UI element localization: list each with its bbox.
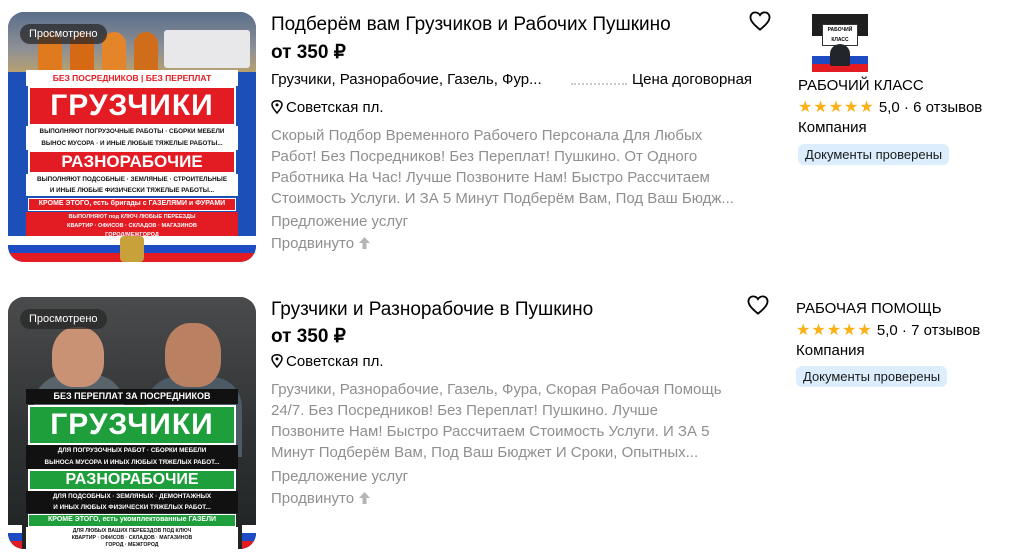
address-text: Советская пл. bbox=[286, 99, 384, 116]
poster-sub: И ИНЫХ ЛЮБЫХ ФИЗИЧЕСКИ ТЯЖЕЛЫХ РАБОТ... bbox=[26, 502, 238, 513]
poster-heading: РАЗНОРАБОЧИЕ bbox=[28, 150, 236, 174]
truck-image bbox=[164, 30, 250, 68]
star-icon: ★★★★★ bbox=[798, 99, 875, 116]
poster-foot: КВАРТИР · ОФИСОВ · СКЛАДОВ · МАГАЗИНОВ bbox=[26, 535, 238, 542]
listing-card[interactable]: Просмотрено БЕЗ ПОСРЕДНИКОВ | БЕЗ ПЕРЕПЛ… bbox=[0, 0, 1009, 275]
description-line: Скорый Подбор Временного Рабочего Персон… bbox=[271, 127, 703, 144]
description-line: Стоимость Услуги. И ЗА 5 Минут Подберём … bbox=[271, 190, 734, 207]
promoted-text: Продвинуто bbox=[271, 235, 355, 252]
poster-sub: ДЛЯ ПОГРУЗОЧНЫХ РАБОТ · СБОРКИ МЕБЕЛИ bbox=[26, 445, 238, 457]
listing-price: от 350 ₽ bbox=[271, 42, 346, 63]
verified-badge: Документы проверены bbox=[798, 144, 950, 165]
listing-image[interactable]: Просмотрено БЕЗ ПОСРЕДНИКОВ | БЕЗ ПЕРЕПЛ… bbox=[8, 12, 256, 262]
description-line: Грузчики, Разнорабочие, Газель, Фура, Ск… bbox=[271, 381, 722, 398]
location-pin-icon bbox=[271, 354, 283, 368]
heart-icon[interactable] bbox=[747, 295, 769, 315]
description-line: Работника На Час! Лучше Позвоните Нам! Б… bbox=[271, 169, 710, 186]
dotted-leader bbox=[571, 83, 627, 85]
description-line: Позвоните Нам! Быстро Рассчитаем Стоимос… bbox=[271, 423, 710, 440]
poster-foot: КВАРТИР · ОФИСОВ · СКЛАДОВ · МАГАЗИНОВ bbox=[26, 222, 238, 231]
poster-heading: ГРУЗЧИКИ bbox=[28, 86, 236, 126]
promoted-label: Продвинуто bbox=[271, 235, 371, 252]
poster-sub: И ИНЫЕ ЛЮБЫЕ ФИЗИЧЕСКИ ТЯЖЕЛЫЕ РАБОТЫ... bbox=[26, 185, 238, 196]
russian-flag-stripe bbox=[8, 525, 22, 549]
listing-address: Советская пл. bbox=[271, 99, 384, 116]
poster-sub: ВЫНОСА МУСОРА И ИНЫХ ЛЮБЫХ ТЯЖЕЛЫХ РАБОТ… bbox=[26, 457, 238, 469]
seller-type: Компания bbox=[796, 342, 865, 359]
seller-type: Компания bbox=[798, 119, 867, 136]
promoted-text: Продвинуто bbox=[271, 490, 355, 507]
poster-line: БЕЗ ПЕРЕПЛАТ ЗА ПОСРЕДНИКОВ bbox=[26, 389, 238, 404]
coat-of-arms-icon bbox=[120, 236, 144, 262]
poster-foot: ДЛЯ ЛЮБЫХ ВАШИХ ПЕРЕЕЗДОВ ПОД КЛЮЧ bbox=[26, 527, 238, 535]
listing-description: Грузчики, Разнорабочие, Газель, Фура, Ск… bbox=[271, 379, 759, 463]
price-terms: Цена договорная bbox=[632, 71, 753, 88]
viewed-badge: Просмотрено bbox=[20, 24, 107, 44]
listing-description: Скорый Подбор Временного Рабочего Персон… bbox=[271, 125, 759, 209]
listing-image[interactable]: Просмотрено БЕЗ ПЕРЕПЛАТ ЗА ПОСРЕДНИКОВ … bbox=[8, 297, 256, 549]
reviews-link[interactable]: 6 отзывов bbox=[913, 99, 982, 116]
seller-logo[interactable]: РАБОЧИЙ КЛАСС bbox=[812, 14, 868, 72]
worker-face bbox=[165, 323, 221, 387]
poster-heading: РАЗНОРАБОЧИЕ bbox=[28, 469, 236, 491]
address-text: Советская пл. bbox=[286, 353, 384, 370]
poster-sub: ДЛЯ ПОДСОБНЫХ · ЗЕМЛЯНЫХ · ДЕМОНТАЖНЫХ bbox=[26, 491, 238, 502]
location-pin-icon bbox=[271, 100, 283, 114]
russian-flag-stripe bbox=[242, 525, 256, 549]
viewed-badge: Просмотрено bbox=[20, 309, 107, 329]
listing-tags: Грузчики, Разнорабочие, Газель, Фур... bbox=[271, 71, 542, 88]
seller-rating: ★★★★★ 5,0 · 6 отзывов bbox=[798, 99, 983, 116]
poster-line: БЕЗ ПОСРЕДНИКОВ | БЕЗ ПЕРЕПЛАТ bbox=[26, 70, 238, 86]
heart-icon[interactable] bbox=[749, 11, 771, 31]
poster-sub: ВЫПОЛНЯЮТ ПОДСОБНЫЕ · ЗЕМЛЯНЫЕ · СТРОИТЕ… bbox=[26, 174, 238, 185]
poster-sub: ВЫНОС МУСОРА · И ИНЫЕ ЛЮБЫЕ ТЯЖЕЛЫЕ РАБО… bbox=[26, 138, 238, 150]
description-line: 24/7. Без Посредников! Без Переплат! Пуш… bbox=[271, 402, 658, 419]
poster-heading: ГРУЗЧИКИ bbox=[28, 405, 236, 445]
listing-category: Предложение услуг bbox=[271, 213, 409, 230]
poster-foot: ВЫПОЛНЯЮТ под КЛЮЧ ЛЮБЫЕ ПЕРЕЕЗДЫ bbox=[26, 212, 238, 222]
listing-card[interactable]: Просмотрено БЕЗ ПЕРЕПЛАТ ЗА ПОСРЕДНИКОВ … bbox=[0, 283, 1009, 555]
seller-rating: ★★★★★ 5,0 · 7 отзывов bbox=[796, 322, 981, 339]
worker-face bbox=[52, 327, 104, 387]
poster-extra: КРОМЕ ЭТОГО, есть бригады с ГАЗЕЛЯМИ и Ф… bbox=[28, 198, 236, 211]
poster-foot: ГОРОД · МЕЖГОРОД bbox=[26, 542, 238, 549]
seller-logo-text: РАБОЧИЙ КЛАСС bbox=[822, 24, 858, 46]
star-icon: ★★★★★ bbox=[796, 322, 873, 339]
listing-address: Советская пл. bbox=[271, 353, 384, 370]
listing-title[interactable]: Грузчики и Разнорабочие в Пушкино bbox=[271, 299, 593, 321]
listing-category: Предложение услуг bbox=[271, 468, 409, 485]
seller-name[interactable]: РАБОЧАЯ ПОМОЩЬ bbox=[796, 300, 942, 317]
arrow-up-icon bbox=[359, 237, 371, 249]
listing-price: от 350 ₽ bbox=[271, 326, 346, 347]
poster-sub: ВЫПОЛНЯЮТ ПОГРУЗОЧНЫЕ РАБОТЫ · СБОРКИ МЕ… bbox=[26, 126, 238, 138]
verified-badge: Документы проверены bbox=[796, 366, 948, 387]
listing-title[interactable]: Подберём вам Грузчиков и Рабочих Пушкино bbox=[271, 14, 671, 36]
description-line: Работ! Без Посредников! Без Переплат! Пу… bbox=[271, 148, 698, 165]
description-line: Минут Подберём Вам, Под Ваш Бюджет И Сро… bbox=[271, 444, 699, 461]
promoted-label: Продвинуто bbox=[271, 490, 371, 507]
rating-score: 5,0 bbox=[878, 99, 900, 116]
rating-score: 5,0 bbox=[876, 322, 898, 339]
poster-extra: КРОМЕ ЭТОГО, есть укомплектованные ГАЗЕЛ… bbox=[28, 514, 236, 527]
arrow-up-icon bbox=[359, 492, 371, 504]
reviews-link[interactable]: 7 отзывов bbox=[911, 322, 980, 339]
seller-name[interactable]: РАБОЧИЙ КЛАСС bbox=[798, 77, 924, 94]
